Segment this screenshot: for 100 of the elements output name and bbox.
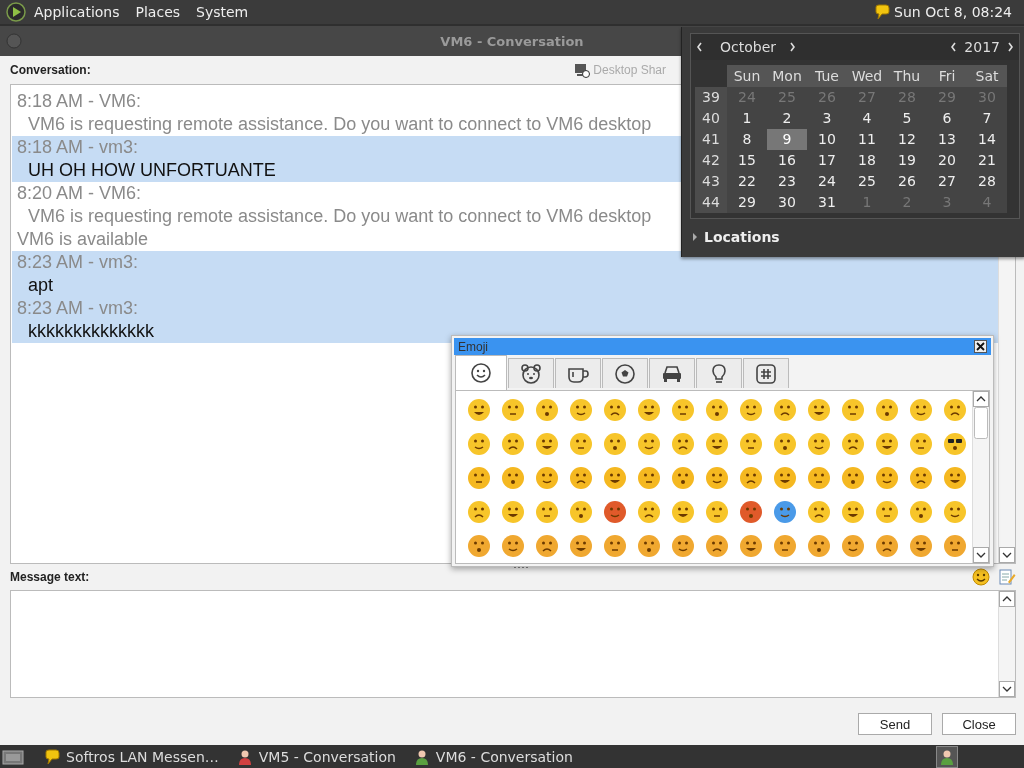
emoji-icon[interactable] bbox=[773, 398, 797, 422]
emoji-icon[interactable] bbox=[501, 500, 525, 524]
emoji-icon[interactable] bbox=[535, 432, 559, 456]
emoji-icon[interactable] bbox=[501, 466, 525, 490]
emoji-icon[interactable] bbox=[739, 432, 763, 456]
message-input-field[interactable] bbox=[10, 590, 1016, 698]
emoji-icon[interactable] bbox=[841, 432, 865, 456]
category-tab[interactable] bbox=[743, 358, 789, 388]
emoji-icon[interactable] bbox=[501, 398, 525, 422]
emoji-icon[interactable] bbox=[501, 432, 525, 456]
calendar-day[interactable]: 21 bbox=[967, 150, 1007, 171]
emoji-icon[interactable] bbox=[943, 398, 967, 422]
emoji-icon[interactable] bbox=[773, 500, 797, 524]
calendar-day[interactable]: 13 bbox=[927, 129, 967, 150]
category-tab[interactable] bbox=[455, 355, 507, 390]
emoji-icon[interactable] bbox=[705, 466, 729, 490]
emoji-icon[interactable] bbox=[739, 398, 763, 422]
menu-item[interactable]: System bbox=[188, 4, 257, 20]
calendar-day[interactable]: 26 bbox=[887, 171, 927, 192]
chat-bubble-icon[interactable] bbox=[874, 4, 891, 20]
emoji-icon[interactable] bbox=[739, 534, 763, 558]
emoji-icon[interactable] bbox=[909, 466, 933, 490]
category-tab[interactable] bbox=[555, 358, 601, 388]
emoji-icon[interactable] bbox=[535, 398, 559, 422]
show-desktop-icon[interactable] bbox=[2, 747, 24, 766]
menu-item[interactable]: Places bbox=[127, 4, 189, 20]
emoji-icon[interactable] bbox=[467, 432, 491, 456]
emoji-icon[interactable] bbox=[569, 534, 593, 558]
smiley-icon[interactable] bbox=[972, 568, 990, 586]
calendar-day[interactable]: 31 bbox=[807, 192, 847, 213]
calendar-day[interactable]: 6 bbox=[927, 108, 967, 129]
locations-label[interactable]: Locations bbox=[704, 229, 780, 245]
emoji-icon[interactable] bbox=[943, 500, 967, 524]
emoji-icon[interactable] bbox=[807, 398, 831, 422]
calendar-day[interactable]: 1 bbox=[727, 108, 767, 129]
calendar-day[interactable]: 9 bbox=[767, 129, 807, 150]
emoji-icon[interactable] bbox=[501, 534, 525, 558]
emoji-icon[interactable] bbox=[467, 466, 491, 490]
emoji-icon[interactable] bbox=[739, 500, 763, 524]
system-logo-icon[interactable] bbox=[6, 2, 26, 22]
emoji-icon[interactable] bbox=[705, 534, 729, 558]
scroll-thumb-icon[interactable] bbox=[973, 407, 989, 439]
scroll-up-icon[interactable] bbox=[973, 391, 989, 407]
emoji-icon[interactable] bbox=[841, 398, 865, 422]
emoji-icon[interactable] bbox=[807, 432, 831, 456]
emoji-icon[interactable] bbox=[569, 398, 593, 422]
emoji-icon[interactable] bbox=[875, 500, 899, 524]
calendar-day[interactable]: 22 bbox=[727, 171, 767, 192]
calendar-day[interactable]: 2 bbox=[767, 108, 807, 129]
calendar-day[interactable]: 23 bbox=[767, 171, 807, 192]
emoji-icon[interactable] bbox=[909, 534, 933, 558]
taskbar-button[interactable]: Softros LAN Messen… bbox=[36, 748, 229, 765]
emoji-icon[interactable] bbox=[773, 432, 797, 456]
calendar-day[interactable]: 20 bbox=[927, 150, 967, 171]
emoji-icon[interactable] bbox=[705, 432, 729, 456]
scroll-down-icon[interactable] bbox=[999, 547, 1015, 563]
calendar-day[interactable]: 18 bbox=[847, 150, 887, 171]
menu-item[interactable]: Applications bbox=[26, 4, 128, 20]
emoji-icon[interactable] bbox=[671, 500, 695, 524]
calendar-day[interactable]: 11 bbox=[847, 129, 887, 150]
emoji-icon[interactable] bbox=[943, 466, 967, 490]
emoji-icon[interactable] bbox=[603, 466, 627, 490]
calendar-day[interactable]: 7 bbox=[967, 108, 1007, 129]
emoji-icon[interactable] bbox=[637, 432, 661, 456]
emoji-icon[interactable] bbox=[569, 500, 593, 524]
emoji-icon[interactable] bbox=[875, 398, 899, 422]
emoji-icon[interactable] bbox=[569, 432, 593, 456]
emoji-icon[interactable] bbox=[467, 398, 491, 422]
emoji-icon[interactable] bbox=[637, 466, 661, 490]
emoji-icon[interactable] bbox=[739, 466, 763, 490]
emoji-icon[interactable] bbox=[671, 398, 695, 422]
emoji-icon[interactable] bbox=[467, 500, 491, 524]
emoji-icon[interactable] bbox=[569, 466, 593, 490]
next-month-icon[interactable] bbox=[788, 41, 798, 53]
emoji-icon[interactable] bbox=[943, 432, 967, 456]
emoji-icon[interactable] bbox=[637, 398, 661, 422]
calendar-day[interactable]: 19 bbox=[887, 150, 927, 171]
category-tab[interactable] bbox=[696, 358, 742, 388]
emoji-icon[interactable] bbox=[603, 534, 627, 558]
emoji-icon[interactable] bbox=[773, 534, 797, 558]
emoji-icon[interactable] bbox=[841, 466, 865, 490]
calendar-day[interactable]: 3 bbox=[807, 108, 847, 129]
emoji-icon[interactable] bbox=[671, 534, 695, 558]
previous-year-icon[interactable] bbox=[949, 41, 959, 53]
calendar-day[interactable]: 27 bbox=[927, 171, 967, 192]
emoji-icon[interactable] bbox=[875, 534, 899, 558]
calendar-day[interactable]: 5 bbox=[887, 108, 927, 129]
clock[interactable]: Sun Oct 8, 08:24 bbox=[890, 4, 1018, 20]
emoji-icon[interactable] bbox=[671, 432, 695, 456]
emoji-icon[interactable] bbox=[807, 534, 831, 558]
emoji-icon[interactable] bbox=[909, 500, 933, 524]
calendar-day[interactable]: 4 bbox=[847, 108, 887, 129]
calendar-day[interactable]: 25 bbox=[847, 171, 887, 192]
calendar-day[interactable]: 28 bbox=[967, 171, 1007, 192]
calendar-day[interactable]: 17 bbox=[807, 150, 847, 171]
category-tab[interactable] bbox=[649, 358, 695, 388]
emoji-icon[interactable] bbox=[535, 500, 559, 524]
calendar-day[interactable]: 16 bbox=[767, 150, 807, 171]
calendar-day[interactable]: 15 bbox=[727, 150, 767, 171]
emoji-icon[interactable] bbox=[705, 398, 729, 422]
